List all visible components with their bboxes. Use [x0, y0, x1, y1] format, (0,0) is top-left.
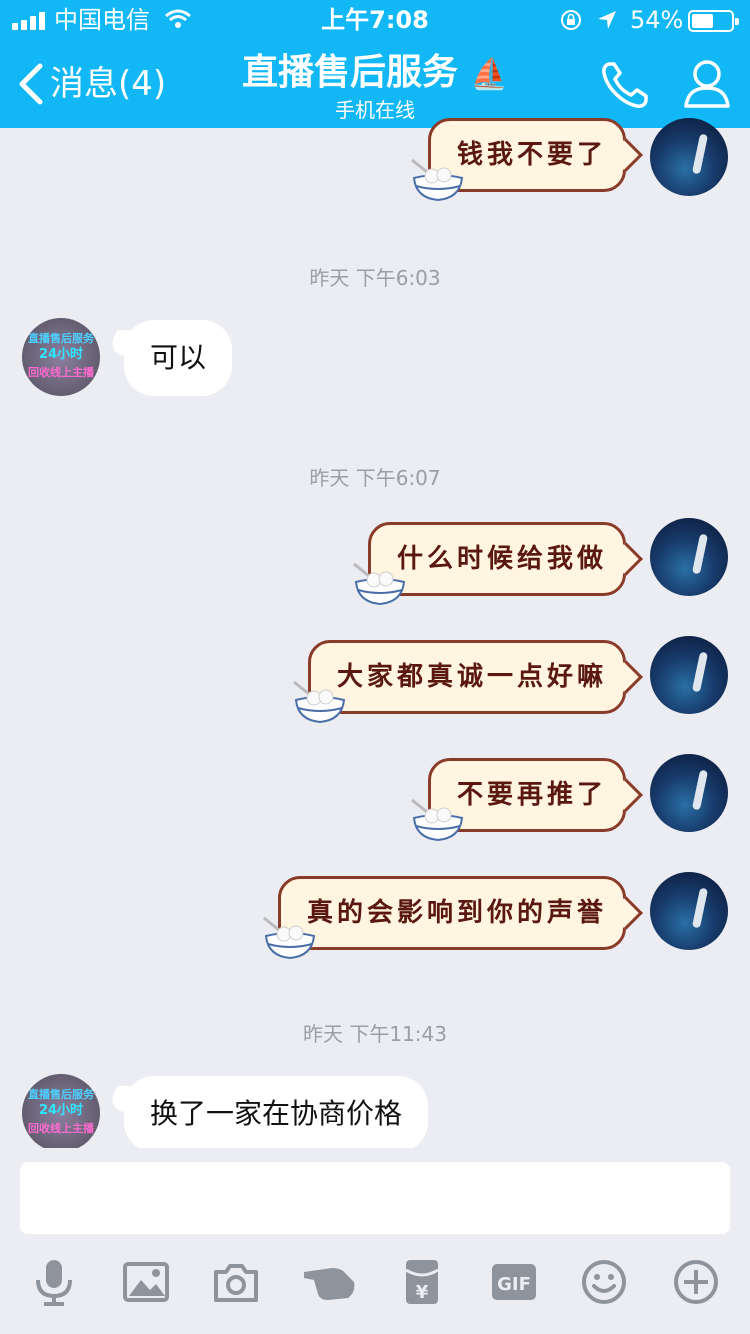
received-message-bubble[interactable]: 换了一家在协商价格 [124, 1076, 429, 1152]
red-packet-icon[interactable]: ¥ [398, 1258, 446, 1306]
sent-message-bubble[interactable]: 真的会影响到你的声誉 [278, 876, 643, 950]
my-avatar[interactable] [650, 872, 728, 950]
message-input[interactable] [20, 1162, 730, 1234]
chat-title-area[interactable]: 直播售后服务 ⛵ 手机在线 [150, 50, 600, 122]
received-message-bubble[interactable]: 可以 [124, 320, 233, 396]
chat-title-text: 直播售后服务 [242, 52, 459, 93]
back-button[interactable]: 消息(4) [50, 62, 166, 106]
battery-icon [688, 10, 739, 32]
svg-text:GIF: GIF [497, 1274, 531, 1295]
message-timestamp: 昨天 下午6:03 [309, 266, 441, 290]
message-text: 不要再推了 [457, 780, 608, 810]
top-bar: 中国电信 上午7:08 54% 消息(4) 直播售后服务 ⛵ 手机在线 [0, 0, 750, 128]
plus-icon[interactable] [672, 1258, 720, 1306]
profile-icon[interactable] [682, 58, 732, 110]
chat-title: 直播售后服务 ⛵ [150, 50, 600, 98]
message-text: 可以 [150, 341, 207, 374]
message-text: 钱我不要了 [457, 140, 608, 170]
my-avatar[interactable] [650, 518, 728, 596]
my-avatar[interactable] [650, 754, 728, 832]
tangyuan-bowl-decoration [293, 680, 346, 724]
battery-percent: 54% [630, 6, 684, 34]
location-icon [598, 11, 616, 29]
image-icon[interactable] [122, 1258, 170, 1306]
camera-icon[interactable] [212, 1258, 260, 1306]
svg-text:¥: ¥ [416, 1282, 429, 1303]
message-timestamp: 昨天 下午11:43 [303, 1022, 447, 1046]
orientation-lock-icon [561, 10, 581, 30]
poke-icon[interactable] [302, 1258, 358, 1306]
sent-message-bubble[interactable]: 大家都真诚一点好嘛 [308, 640, 643, 714]
message-text: 什么时候给我做 [397, 544, 608, 574]
composer: ¥ GIF [0, 1148, 750, 1334]
tangyuan-bowl-decoration [411, 798, 464, 842]
sailboat-icon: ⛵ [470, 57, 508, 92]
gif-icon[interactable]: GIF [490, 1258, 538, 1306]
my-avatar[interactable] [650, 118, 728, 196]
message-text: 大家都真诚一点好嘛 [337, 662, 608, 692]
my-avatar[interactable] [650, 636, 728, 714]
contact-avatar[interactable]: 直播售后服务 24小时 回收线上主播 [22, 1074, 100, 1152]
tangyuan-bowl-decoration [263, 916, 316, 960]
message-text: 真的会影响到你的声誉 [307, 898, 608, 928]
mic-icon[interactable] [30, 1258, 78, 1306]
tangyuan-bowl-decoration [411, 158, 464, 202]
message-timestamp: 昨天 下午6:07 [309, 466, 441, 490]
message-text: 换了一家在协商价格 [150, 1097, 403, 1130]
phone-call-icon[interactable] [598, 58, 652, 112]
back-chevron-icon[interactable] [16, 62, 46, 106]
status-bar: 中国电信 上午7:08 54% [0, 0, 750, 40]
tangyuan-bowl-decoration [353, 562, 406, 606]
emoji-icon[interactable] [580, 1258, 628, 1306]
contact-avatar[interactable]: 直播售后服务 24小时 回收线上主播 [22, 318, 100, 396]
